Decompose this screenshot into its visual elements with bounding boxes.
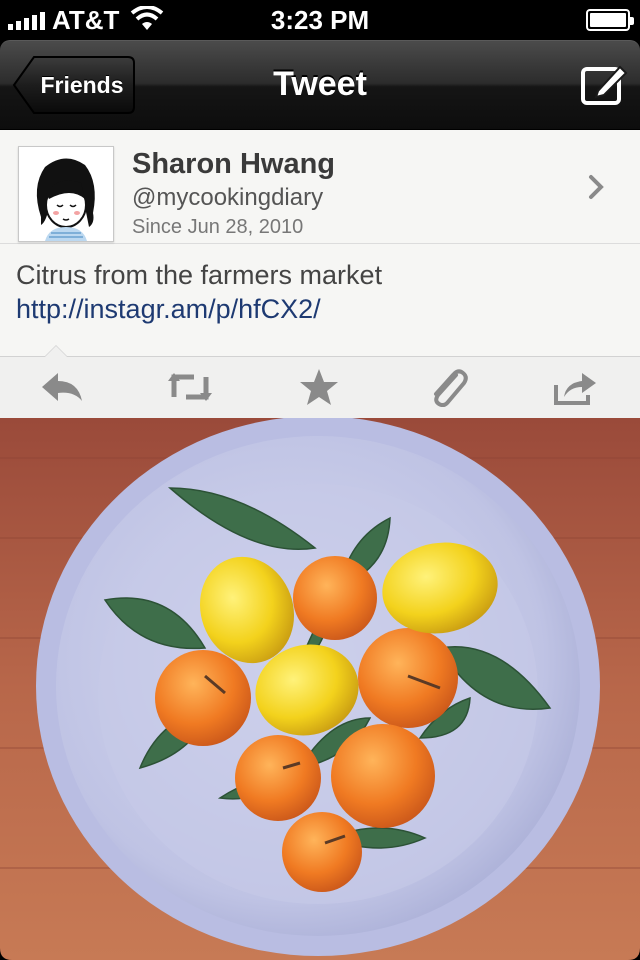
citrus-bowl-image — [0, 418, 640, 960]
tweet-text: Citrus from the farmers market — [16, 260, 383, 290]
compose-icon[interactable] — [580, 63, 628, 107]
tweet-body: Citrus from the farmers market http://in… — [16, 258, 616, 326]
avatar[interactable] — [18, 146, 114, 242]
status-bar: AT&T 3:23 PM — [0, 0, 640, 40]
back-button[interactable]: Friends — [12, 55, 136, 115]
share-icon[interactable] — [552, 367, 596, 407]
chevron-right-icon — [589, 175, 604, 199]
tweet-detail: Sharon Hwang @mycookingdiary Since Jun 2… — [0, 130, 640, 418]
tweet-link[interactable]: http://instagr.am/p/hfCX2/ — [16, 294, 321, 324]
star-icon[interactable] — [297, 367, 341, 407]
author-handle: @mycookingdiary — [132, 184, 324, 211]
status-time: 3:23 PM — [270, 5, 370, 35]
back-button-label: Friends — [40, 71, 124, 98]
tweet-photo[interactable] — [0, 418, 640, 960]
battery-icon — [586, 9, 634, 31]
navigation-bar: Friends Tweet — [0, 40, 640, 130]
author-row[interactable]: Sharon Hwang @mycookingdiary Since Jun 2… — [0, 130, 640, 244]
pointer-notch — [44, 345, 68, 357]
retweet-icon[interactable] — [168, 367, 212, 407]
avatar-illustration — [36, 158, 95, 241]
action-bar — [0, 345, 640, 418]
reply-icon[interactable] — [40, 367, 84, 407]
author-name: Sharon Hwang — [132, 148, 336, 180]
member-since: Since Jun 28, 2010 — [132, 216, 304, 238]
paperclip-icon[interactable] — [426, 367, 470, 407]
page-title: Tweet — [273, 65, 367, 103]
